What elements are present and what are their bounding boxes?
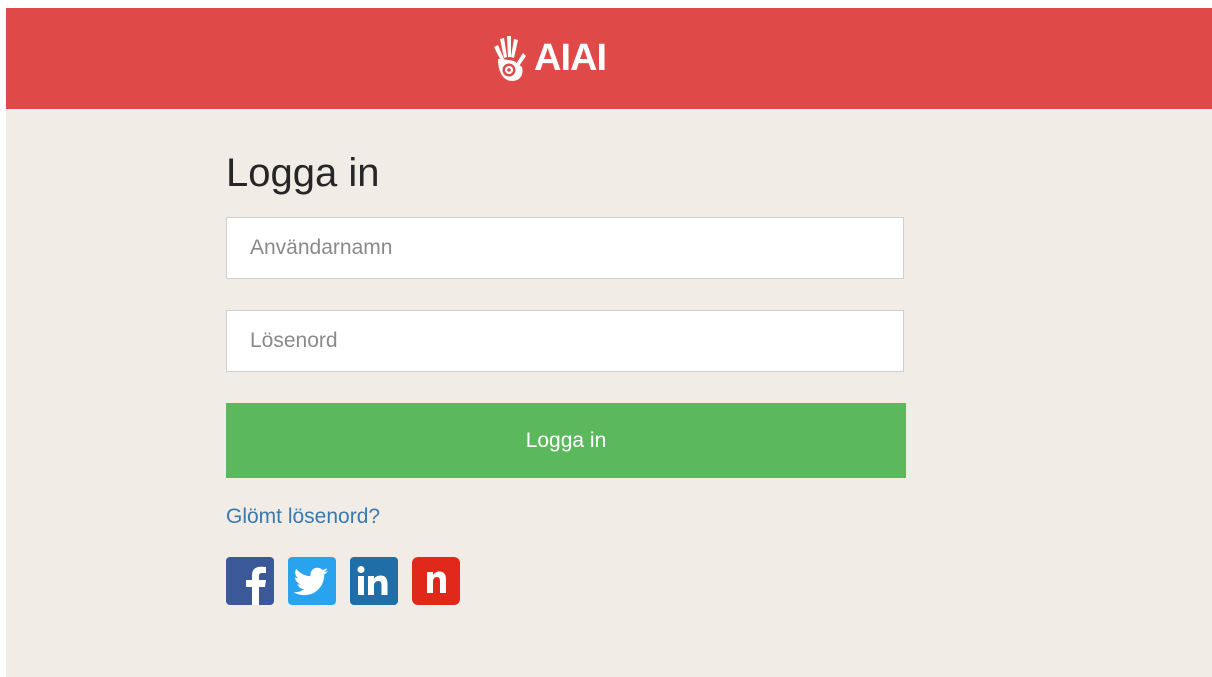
social-login-group [226, 557, 460, 605]
logo-text: AIAI [534, 37, 607, 79]
password-input[interactable] [226, 310, 904, 372]
username-input[interactable] [226, 217, 904, 279]
facebook-icon[interactable] [226, 557, 274, 605]
page-title: Logga in [226, 151, 380, 195]
linkedin-icon[interactable] [350, 557, 398, 605]
n-icon[interactable] [412, 557, 460, 605]
header-bar: AIAI [6, 8, 1212, 109]
twitter-icon[interactable] [288, 557, 336, 605]
page-frame: AIAI Logga in Logga in Glömt lösenord? [6, 8, 1212, 677]
logo[interactable]: AIAI [488, 30, 607, 86]
login-button[interactable]: Logga in [226, 403, 906, 478]
hand-icon [494, 36, 526, 81]
forgot-password-link[interactable]: Glömt lösenord? [226, 503, 380, 531]
